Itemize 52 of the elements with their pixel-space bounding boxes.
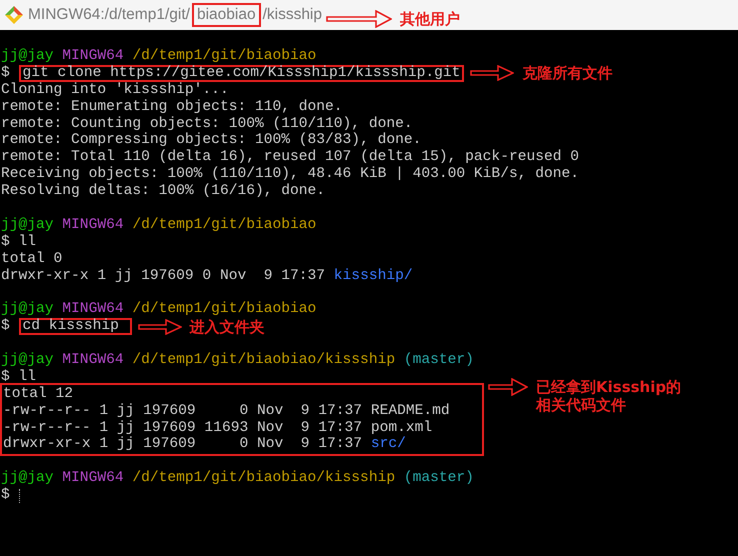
output-text: $ ll <box>1 368 36 386</box>
git-branch: (master) <box>404 352 474 369</box>
prompt-path: /d/temp1/git/biaobiao <box>132 48 316 65</box>
prompt-host: MINGW64 <box>62 301 124 318</box>
prompt-path: /d/temp1/git/biaobiao <box>132 216 316 234</box>
prompt-user: jj@jay <box>1 48 54 65</box>
output-text: $ <box>1 318 11 336</box>
prompt-host: MINGW64 <box>62 216 124 234</box>
window-title: MINGW64:/d/temp1/git/ <box>28 5 190 26</box>
highlighted-title-part: biaobiao <box>192 3 261 27</box>
prompt-user: jj@jay <box>1 301 54 318</box>
output-text: -rw-r--r-- 1 jj 197609 11693 Nov 9 17:37 pom.xml <box>3 420 432 436</box>
output-text: total 12 <box>3 386 74 403</box>
output-text: drwxr-xr-x 1 jj 197609 0 Nov 9 17:37 <box>1 268 326 284</box>
prompt-host: MINGW64 <box>62 352 124 369</box>
output-text: $ <box>1 64 11 82</box>
output-text: Cloning into 'kissship'... <box>1 82 229 99</box>
prompt-user: jj@jay <box>1 470 54 488</box>
prompt-path: /d/temp1/git/biaobiao/kissship <box>132 470 396 488</box>
output-text: remote: Enumerating objects: 110, done. <box>1 98 343 116</box>
window-title: /kissship <box>262 5 322 26</box>
directory-name: kissship/ <box>334 268 413 284</box>
highlighted-command: git clone https://gitee.com/Kissship1/kissship.git <box>18 64 464 82</box>
annotation-label: 已经拿到Kissship的 相关代码文件 <box>536 378 682 414</box>
annotation-label: 其他用户 <box>400 10 460 28</box>
annotation-arrow <box>488 378 528 396</box>
output-text: -rw-r--r-- 1 jj 197609 0 Nov 9 17:37 README.md <box>3 402 450 420</box>
annotation-label: 进入文件夹 <box>190 318 265 336</box>
output-text: remote: Counting objects: 100% (110/110), done. <box>1 116 413 132</box>
annotation-arrow <box>138 318 182 335</box>
prompt-path: /d/temp1/git/biaobiao/kissship <box>132 352 396 369</box>
prompt-path: /d/temp1/git/biaobiao <box>132 301 316 318</box>
output-text: Resolving deltas: 100% (16/16), done. <box>1 183 326 200</box>
prompt-user: jj@jay <box>1 352 54 369</box>
app-logo-icon <box>4 5 24 25</box>
annotation-arrow <box>470 65 514 82</box>
directory-name: src/ <box>370 436 406 454</box>
output-text: Receiving objects: 100% (110/110), 48.46 KiB | 403.00 KiB/s, done. <box>1 166 580 183</box>
highlighted-command: cd kissship <box>18 318 132 336</box>
annotation-arrow <box>326 10 392 28</box>
git-branch: (master) <box>404 470 474 488</box>
output-text: $ <box>1 487 11 504</box>
prompt-user: jj@jay <box>1 216 54 234</box>
output-text: $ ll <box>1 234 36 251</box>
annotation-label: 克隆所有文件 <box>522 64 612 82</box>
output-text: remote: Total 110 (delta 16), reused 107 (delta 15), pack-reused 0 <box>1 149 580 166</box>
output-text: total 0 <box>1 250 62 268</box>
output-text: remote: Compressing objects: 100% (83/83), done. <box>1 132 422 149</box>
output-text: drwxr-xr-x 1 jj 197609 0 Nov 9 17:37 <box>3 436 364 454</box>
text-cursor <box>18 488 20 503</box>
prompt-host: MINGW64 <box>62 48 124 65</box>
prompt-host: MINGW64 <box>62 470 124 488</box>
